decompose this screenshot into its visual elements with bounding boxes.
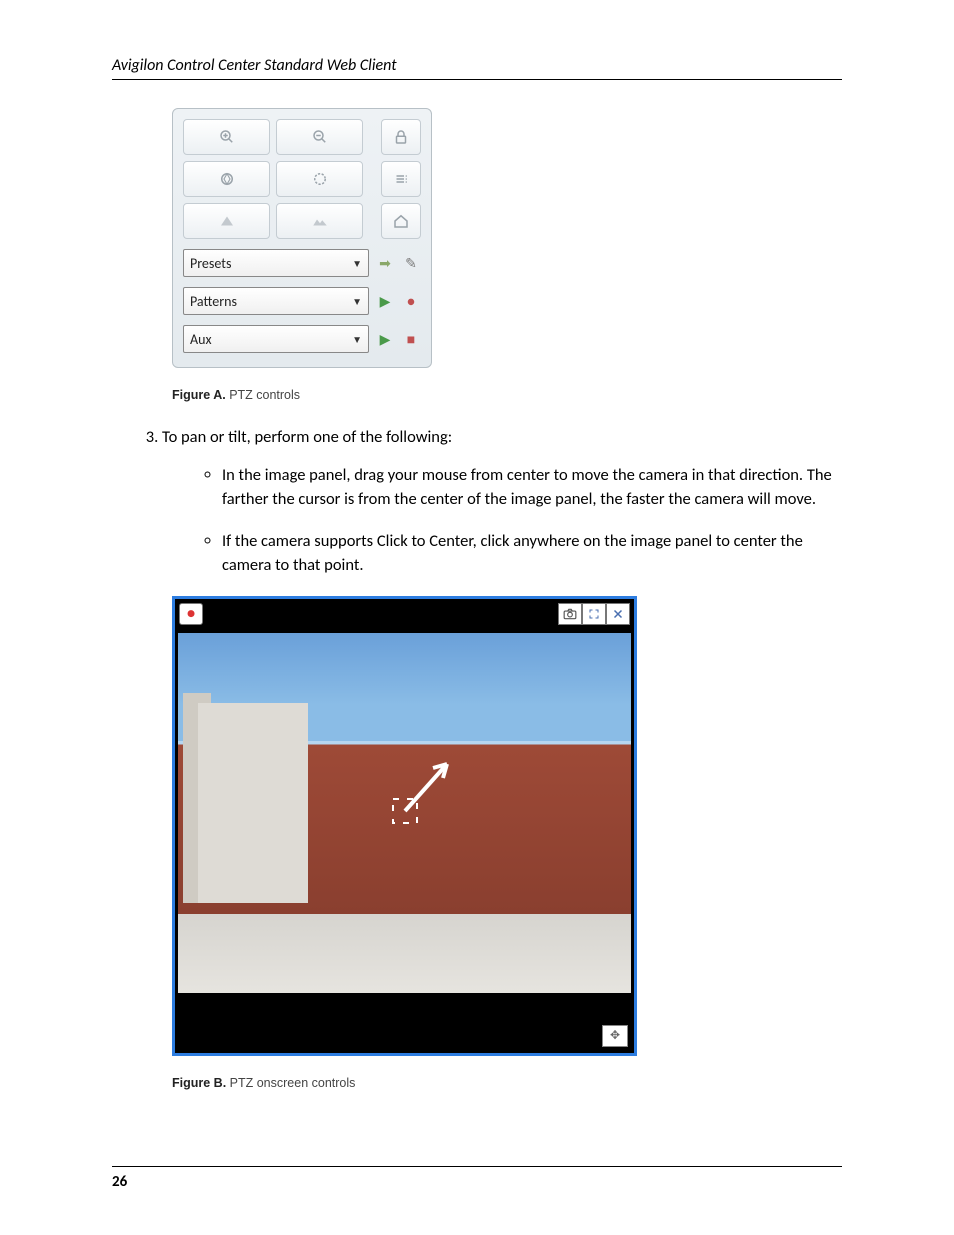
camera-icon — [563, 608, 577, 620]
chevron-down-icon: ▼ — [352, 295, 362, 308]
snapshot-button[interactable] — [558, 603, 582, 625]
instruction-list: To pan or tilt, perform one of the follo… — [162, 426, 842, 578]
patterns-label: Patterns — [190, 293, 237, 310]
pattern-record-button[interactable]: ● — [401, 291, 421, 311]
focus-near-button[interactable] — [183, 203, 270, 239]
pattern-play-button[interactable]: ▶ — [375, 291, 395, 311]
home-button[interactable] — [381, 203, 421, 239]
close-button[interactable] — [606, 603, 630, 625]
step-3-text: To pan or tilt, perform one of the follo… — [162, 427, 452, 447]
zoom-out-icon — [311, 128, 329, 146]
zoom-out-button[interactable] — [276, 119, 363, 155]
patterns-dropdown[interactable]: Patterns ▼ — [183, 287, 369, 315]
presets-label: Presets — [190, 255, 231, 272]
preset-edit-button[interactable]: ✎ — [401, 253, 421, 273]
iris-open-button[interactable] — [183, 161, 270, 197]
step-3-bullet-2: If the camera supports Click to Center, … — [222, 530, 842, 578]
aux-play-button[interactable]: ▶ — [375, 329, 395, 349]
document-page: Avigilon Control Center Standard Web Cli… — [0, 0, 954, 1235]
chevron-down-icon: ▼ — [352, 257, 362, 270]
figure-a-caption: Figure A. PTZ controls — [172, 388, 842, 402]
lock-icon — [392, 128, 410, 146]
ptz-toggle-button[interactable]: ✥ — [602, 1025, 628, 1047]
camera-feed — [178, 633, 631, 993]
lock-button[interactable] — [381, 119, 421, 155]
building-fg — [198, 703, 308, 903]
page-header: Avigilon Control Center Standard Web Cli… — [112, 56, 842, 80]
record-icon: ● — [186, 605, 195, 623]
page-number: 26 — [112, 1166, 842, 1191]
focus-far-icon — [311, 212, 329, 230]
figure-b-caption: Figure B. PTZ onscreen controls — [172, 1076, 842, 1090]
home-icon — [392, 212, 410, 230]
presets-dropdown[interactable]: Presets ▼ — [183, 249, 369, 277]
iris-close-button[interactable] — [276, 161, 363, 197]
video-image-panel[interactable]: ● — [172, 596, 637, 1056]
close-icon — [611, 608, 625, 620]
zoom-in-icon — [218, 128, 236, 146]
aux-dropdown[interactable]: Aux ▼ — [183, 325, 369, 353]
menu-button[interactable] — [381, 161, 421, 197]
step-3: To pan or tilt, perform one of the follo… — [162, 426, 842, 578]
pan-direction-arrow-icon — [335, 729, 475, 869]
step-3-bullet-1: In the image panel, drag your mouse from… — [222, 464, 842, 512]
video-top-bar: ● — [179, 603, 630, 625]
iris-close-icon — [311, 170, 329, 188]
aux-stop-button[interactable]: ■ — [401, 329, 421, 349]
figure-a-text: PTZ controls — [226, 388, 300, 402]
figure-a-prefix: Figure A. — [172, 388, 226, 402]
ptz-icon: ✥ — [610, 1028, 620, 1043]
focus-near-icon — [218, 212, 236, 230]
aux-label: Aux — [190, 331, 212, 348]
fullscreen-button[interactable] — [582, 603, 606, 625]
zoom-in-button[interactable] — [183, 119, 270, 155]
record-indicator-button[interactable]: ● — [179, 603, 203, 625]
chevron-down-icon: ▼ — [352, 333, 362, 346]
ptz-control-panel: Presets ▼ ➡ ✎ Patterns ▼ ▶ ● Aux ▼ ▶ ■ — [172, 108, 432, 368]
figure-b-text: PTZ onscreen controls — [226, 1076, 355, 1090]
fullscreen-icon — [587, 608, 601, 620]
preset-go-button[interactable]: ➡ — [375, 253, 395, 273]
iris-open-icon — [218, 170, 236, 188]
figure-b-prefix: Figure B. — [172, 1076, 226, 1090]
list-icon — [392, 170, 410, 188]
focus-far-button[interactable] — [276, 203, 363, 239]
step-3-sublist: In the image panel, drag your mouse from… — [222, 464, 842, 578]
